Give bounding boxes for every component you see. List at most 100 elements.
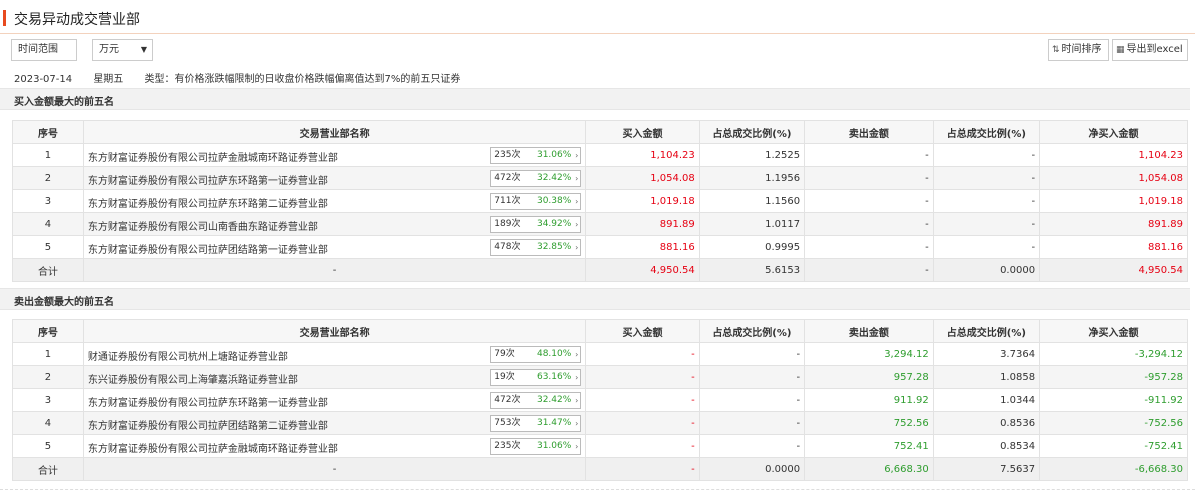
sell-ratio: - <box>932 166 1041 190</box>
sell-ratio: 1.0344 <box>932 388 1041 412</box>
buy-ratio: 1.1560 <box>698 189 806 213</box>
total-sell-amount: - <box>804 258 934 282</box>
row-number: 2 <box>12 166 84 190</box>
chevron-right-icon: › <box>575 197 579 206</box>
total-net-buy-amount: 4,950.54 <box>1039 258 1188 282</box>
sell-amount: - <box>804 166 934 190</box>
trade-count: 235次 <box>494 441 521 451</box>
chevron-right-icon: › <box>575 243 579 252</box>
trade-date: 2023-07-14 <box>14 74 73 85</box>
broker-name-link[interactable]: 东方财富证券股份有限公司拉萨金融城南环路证券营业部 <box>88 149 338 164</box>
sell-section-label: 卖出金额最大的前五名 <box>14 297 114 308</box>
win-rate: 31.47% <box>536 418 572 428</box>
buy-ratio: - <box>698 434 806 458</box>
broker-name-link[interactable]: 东方财富证券股份有限公司拉萨团结路第一证券营业部 <box>88 241 328 256</box>
buy-ratio: 1.2525 <box>698 143 806 167</box>
sell-ratio: - <box>932 235 1041 259</box>
sell-ratio: 1.0858 <box>932 365 1041 389</box>
broker-stats-badge[interactable]: 478次 32.85% › <box>490 239 582 256</box>
col-header-buy[interactable]: 买入金额 <box>585 120 700 144</box>
export-excel-button[interactable]: ▦ 导出到excel <box>1112 39 1188 61</box>
col-header-sell-pct[interactable]: 占总成交比例(%) <box>932 319 1041 343</box>
table-row[interactable]: 1 东方财富证券股份有限公司拉萨金融城南环路证券营业部 235次 31.06% › 1,1… <box>12 143 1188 167</box>
sell-ratio: 0.8536 <box>932 411 1041 435</box>
buy-amount: 891.89 <box>585 212 700 236</box>
win-rate: 63.16% <box>536 372 572 382</box>
broker-stats-badge[interactable]: 79次 48.10% › <box>490 346 582 363</box>
col-header-name[interactable]: 交易营业部名称 <box>82 319 587 343</box>
broker-name-link[interactable]: 东方财富证券股份有限公司拉萨东环路第一证券营业部 <box>88 172 328 187</box>
net-buy-amount: -3,294.12 <box>1039 342 1188 366</box>
broker-name-cell: 东方财富证券股份有限公司拉萨东环路第一证券营业部 472次 32.42% › <box>82 166 587 190</box>
col-header-sell[interactable]: 卖出金额 <box>804 319 934 343</box>
col-header-no[interactable]: 序号 <box>12 120 84 144</box>
win-rate: 31.06% <box>536 441 572 451</box>
table-row[interactable]: 4 东方财富证券股份有限公司山南香曲东路证券营业部 189次 34.92% › 891.8… <box>12 212 1188 236</box>
total-buy-ratio: 0.0000 <box>698 457 806 481</box>
excel-icon: ▦ <box>1116 45 1125 55</box>
col-header-buy-pct[interactable]: 占总成交比例(%) <box>698 319 806 343</box>
table-row[interactable]: 3 东方财富证券股份有限公司拉萨东环路第二证券营业部 711次 30.38% › 1,01… <box>12 189 1188 213</box>
table-row[interactable]: 4 东方财富证券股份有限公司拉萨团结路第二证券营业部 753次 31.47% › - -75… <box>12 411 1188 435</box>
row-number: 3 <box>12 388 84 412</box>
broker-name-link[interactable]: 东兴证券股份有限公司上海肇嘉浜路证券营业部 <box>88 371 298 386</box>
row-number: 1 <box>12 342 84 366</box>
buy-amount: - <box>585 411 700 435</box>
net-buy-amount: -911.92 <box>1039 388 1188 412</box>
table-row[interactable]: 2 东方财富证券股份有限公司拉萨东环路第一证券营业部 472次 32.42% › 1,05… <box>12 166 1188 190</box>
chevron-right-icon: › <box>575 350 579 359</box>
broker-stats-badge[interactable]: 711次 30.38% › <box>490 193 582 210</box>
broker-name-link[interactable]: 财通证券股份有限公司杭州上塘路证券营业部 <box>88 348 288 363</box>
table-row[interactable]: 1 财通证券股份有限公司杭州上塘路证券营业部 79次 48.10% › - -3,294.1… <box>12 342 1188 366</box>
buy-amount: 1,054.08 <box>585 166 700 190</box>
col-header-buy[interactable]: 买入金额 <box>585 319 700 343</box>
col-header-net[interactable]: 净买入金额 <box>1039 120 1188 144</box>
row-number: 1 <box>12 143 84 167</box>
broker-name-link[interactable]: 东方财富证券股份有限公司拉萨东环路第一证券营业部 <box>88 394 328 409</box>
broker-stats-badge[interactable]: 235次 31.06% › <box>490 438 582 455</box>
buy-ratio: - <box>698 411 806 435</box>
col-header-name[interactable]: 交易营业部名称 <box>82 120 587 144</box>
sell-amount: - <box>804 143 934 167</box>
time-sort-label: 时间排序 <box>1061 44 1102 55</box>
broker-stats-badge[interactable]: 753次 31.47% › <box>490 415 582 432</box>
broker-name-cell: 东兴证券股份有限公司上海肇嘉浜路证券营业部 19次 63.16% › <box>82 365 587 389</box>
broker-stats-badge[interactable]: 235次 31.06% › <box>490 147 582 164</box>
table-row[interactable]: 3 东方财富证券股份有限公司拉萨东环路第一证券营业部 472次 32.42% › - -91… <box>12 388 1188 412</box>
broker-name-link[interactable]: 东方财富证券股份有限公司拉萨东环路第二证券营业部 <box>88 195 328 210</box>
col-header-sell[interactable]: 卖出金额 <box>804 120 934 144</box>
trade-count: 235次 <box>494 150 521 160</box>
col-header-buy-pct[interactable]: 占总成交比例(%) <box>698 120 806 144</box>
broker-stats-badge[interactable]: 189次 34.92% › <box>490 216 582 233</box>
broker-name-cell: 东方财富证券股份有限公司拉萨东环路第一证券营业部 472次 32.42% › <box>82 388 587 412</box>
table-row[interactable]: 5 东方财富证券股份有限公司拉萨团结路第一证券营业部 478次 32.85% › 881.… <box>12 235 1188 259</box>
col-header-net[interactable]: 净买入金额 <box>1039 319 1188 343</box>
total-row: 合计 - -0.0000 6,668.30 7.5637 -6,668.30 <box>12 457 1188 481</box>
unit-select[interactable]: 万元 ▼ <box>92 39 153 61</box>
broker-stats-badge[interactable]: 472次 32.42% › <box>490 392 582 409</box>
table-row[interactable]: 2 东兴证券股份有限公司上海肇嘉浜路证券营业部 19次 63.16% › - -957.28… <box>12 365 1188 389</box>
info-line: 2023-07-14 星期五 类型：有价格涨跌幅限制的日收盘价格跌幅偏离值达到7… <box>14 70 478 85</box>
trade-count: 472次 <box>494 395 521 405</box>
broker-name-cell: 东方财富证券股份有限公司拉萨金融城南环路证券营业部 235次 31.06% › <box>82 143 587 167</box>
total-buy-amount: - <box>585 457 700 481</box>
buy-amount: - <box>585 342 700 366</box>
trade-count: 189次 <box>494 219 521 229</box>
col-header-sell-pct[interactable]: 占总成交比例(%) <box>932 120 1041 144</box>
net-buy-amount: 891.89 <box>1039 212 1188 236</box>
net-buy-amount: 1,104.23 <box>1039 143 1188 167</box>
broker-name-cell: 财通证券股份有限公司杭州上塘路证券营业部 79次 48.10% › <box>82 342 587 366</box>
broker-stats-badge[interactable]: 19次 63.16% › <box>490 369 582 386</box>
broker-stats-badge[interactable]: 472次 32.42% › <box>490 170 582 187</box>
table-row[interactable]: 5 东方财富证券股份有限公司拉萨金融城南环路证券营业部 235次 31.06% › - -7… <box>12 434 1188 458</box>
sell-amount: 957.28 <box>804 365 934 389</box>
broker-name-link[interactable]: 东方财富证券股份有限公司拉萨团结路第二证券营业部 <box>88 417 328 432</box>
col-header-no[interactable]: 序号 <box>12 319 84 343</box>
broker-name-link[interactable]: 东方财富证券股份有限公司拉萨金融城南环路证券营业部 <box>88 440 338 455</box>
time-sort-button[interactable]: ⇅ 时间排序 <box>1048 39 1109 61</box>
time-range-label: 时间范围 <box>18 44 58 55</box>
broker-name-link[interactable]: 东方财富证券股份有限公司山南香曲东路证券营业部 <box>88 218 318 233</box>
buy-amount: - <box>585 434 700 458</box>
trade-count: 711次 <box>494 196 521 206</box>
time-range-button[interactable]: 时间范围 <box>11 39 77 61</box>
